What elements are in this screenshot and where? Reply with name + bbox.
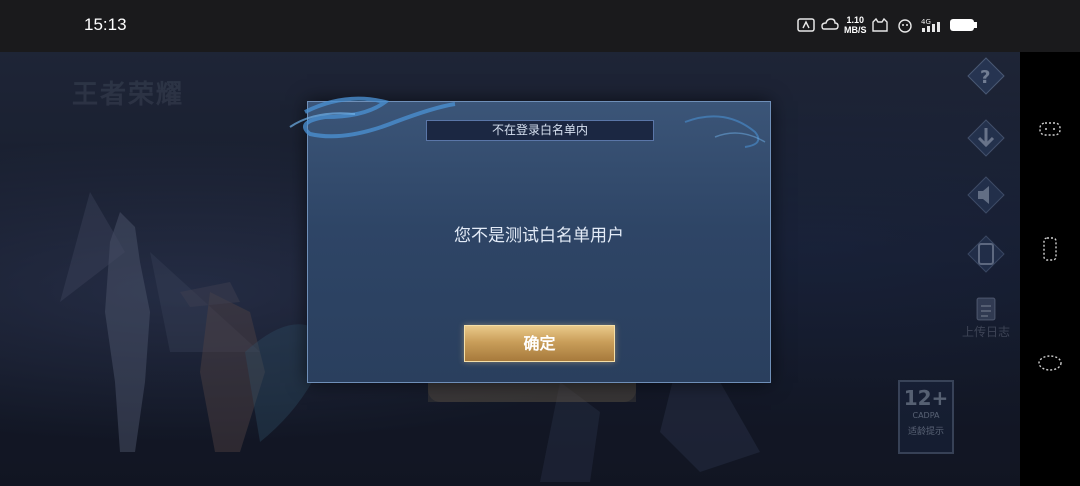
net-speed-unit: MB/S bbox=[844, 25, 867, 35]
svg-text:4G: 4G bbox=[921, 18, 931, 26]
status-time: 15:13 bbox=[84, 15, 127, 34]
signal-4g-icon: 4G bbox=[920, 16, 940, 34]
network-speed: 1.10 MB/S bbox=[844, 15, 867, 35]
notification-icon bbox=[796, 16, 816, 34]
cat-icon bbox=[870, 16, 890, 34]
confirm-button[interactable]: 确定 bbox=[464, 325, 615, 362]
dialog-title: 不在登录白名单内 bbox=[426, 120, 654, 141]
battery-icon bbox=[948, 16, 980, 34]
cloud-icon bbox=[820, 16, 840, 34]
home-icon[interactable] bbox=[1036, 236, 1064, 261]
net-speed-value: 1.10 bbox=[846, 15, 865, 25]
back-icon[interactable] bbox=[1036, 352, 1064, 374]
dog-icon bbox=[895, 16, 915, 34]
assistant-icon[interactable] bbox=[1036, 118, 1064, 140]
dialog-message: 您不是测试白名单用户 bbox=[454, 226, 624, 246]
status-bar: 15:13 1.10 MB/S 4G bbox=[0, 0, 1080, 52]
